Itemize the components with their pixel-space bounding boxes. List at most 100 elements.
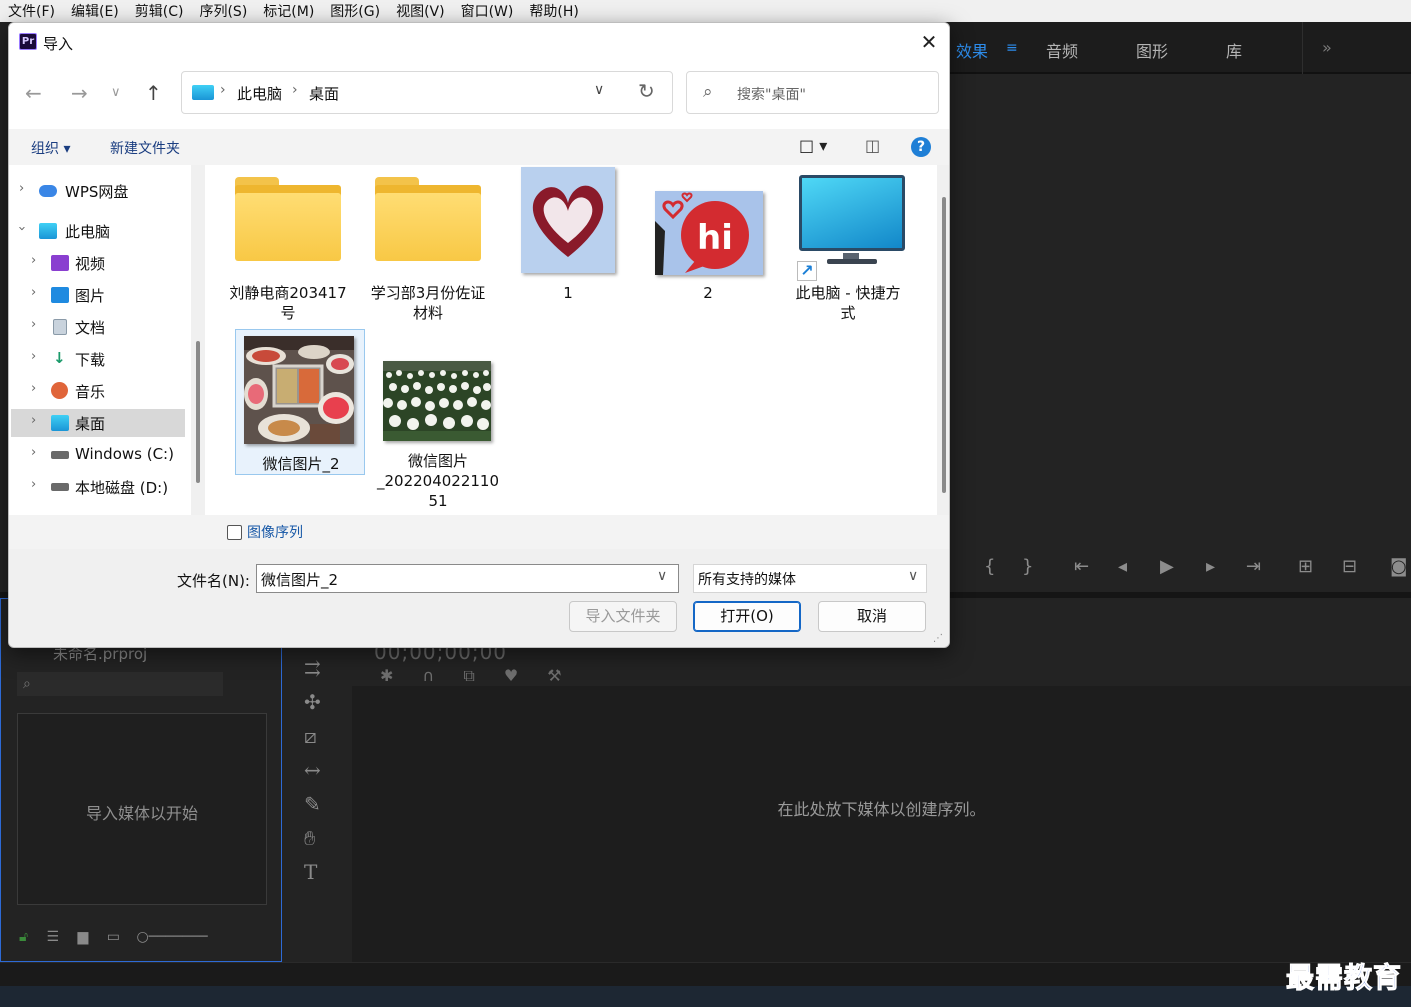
resize-grip-icon[interactable]: ⋰ — [933, 633, 943, 644]
chevron-right-icon[interactable]: › — [19, 181, 24, 196]
zoom-slider[interactable]: ○─────── — [136, 929, 207, 945]
step-forward-icon[interactable]: ▸ — [1206, 556, 1215, 577]
icon-view-icon[interactable]: ▆ — [78, 929, 89, 945]
menu-file[interactable]: 文件(F) — [0, 1, 63, 21]
chevron-right-icon[interactable]: › — [31, 317, 36, 332]
mark-out-icon[interactable]: } — [1022, 556, 1033, 577]
go-to-out-icon[interactable]: ⇥ — [1246, 556, 1261, 577]
menu-help[interactable]: 帮助(H) — [521, 1, 586, 21]
lift-icon[interactable]: ⊞ — [1298, 556, 1313, 577]
file-item-folder[interactable]: 学习部3月份佐证 材料 — [363, 171, 493, 331]
mark-in-icon[interactable]: { — [984, 556, 995, 577]
tab-menu-icon[interactable]: ≡ — [1006, 40, 1018, 56]
new-folder-button[interactable]: 新建文件夹 — [110, 138, 180, 158]
freeform-view-icon[interactable]: ▭ — [107, 929, 120, 945]
preview-pane-icon[interactable]: ◫ — [865, 136, 880, 155]
open-button[interactable]: 打开(O) — [693, 601, 801, 632]
image-sequence-label[interactable]: 图像序列 — [247, 522, 303, 542]
step-back-icon[interactable]: ◂ — [1118, 556, 1127, 577]
nav-item-drive-d[interactable]: › 本地磁盘 (D:) — [9, 473, 183, 501]
search-input[interactable]: ⌕ 搜索"桌面" — [686, 71, 939, 114]
nav-scrollbar-thumb[interactable] — [196, 341, 200, 483]
file-item-image[interactable]: 1 — [503, 167, 633, 331]
close-button[interactable]: ✕ — [915, 29, 943, 55]
camera-icon[interactable]: ◙ — [1390, 556, 1407, 577]
chevron-right-icon[interactable]: › — [31, 253, 36, 268]
file-item-image[interactable]: 微信图片 _202204022110 51 — [373, 329, 503, 510]
file-item-image-selected[interactable]: 微信图片_2 — [235, 329, 365, 475]
type-icon[interactable]: T — [304, 860, 317, 884]
project-search-input[interactable]: ⌕ — [17, 672, 223, 696]
cancel-button[interactable]: 取消 — [818, 601, 926, 632]
go-to-in-icon[interactable]: ⇤ — [1074, 556, 1089, 577]
lock-icon[interactable]: 🔓︎ — [19, 929, 28, 945]
menu-graphics[interactable]: 图形(G) — [322, 1, 388, 21]
help-icon[interactable]: ? — [911, 137, 931, 157]
tab-effects[interactable]: 效果 — [956, 38, 988, 62]
chevron-right-icon[interactable]: › — [31, 413, 36, 428]
nav-item-wps-cloud[interactable]: › WPS网盘 — [9, 177, 183, 205]
view-mode-icon[interactable]: □ ▾ — [799, 136, 827, 155]
snap-icon[interactable]: ∩ — [423, 666, 435, 685]
nav-item-pictures[interactable]: › 图片 — [9, 281, 183, 309]
pen-icon[interactable]: ✎ — [304, 792, 321, 816]
nav-item-documents[interactable]: › 文档 — [9, 313, 183, 341]
tab-audio[interactable]: 音频 — [1046, 38, 1078, 62]
linked-icon[interactable]: ⧉ — [463, 666, 474, 685]
project-drop-zone[interactable]: 导入媒体以开始 — [17, 713, 267, 905]
nav-item-downloads[interactable]: › ↓ 下载 — [9, 345, 183, 373]
chevron-down-icon[interactable]: › — [14, 226, 29, 231]
chevron-down-icon[interactable]: ∨ — [657, 568, 667, 584]
wrench-icon[interactable]: ⚒ — [547, 666, 561, 685]
tab-graphics[interactable]: 图形 — [1136, 38, 1168, 62]
breadcrumb-this-pc[interactable]: 此电脑 — [237, 83, 282, 104]
nav-scrollbar[interactable] — [191, 165, 205, 515]
back-arrow-icon[interactable]: ← — [25, 81, 42, 105]
nav-item-drive-c[interactable]: › Windows (C:) — [9, 441, 183, 469]
file-item-image[interactable]: hi 2 — [643, 171, 773, 331]
extract-icon[interactable]: ⊟ — [1342, 556, 1357, 577]
image-sequence-checkbox[interactable] — [227, 525, 242, 540]
menu-clip[interactable]: 剪辑(C) — [127, 1, 192, 21]
address-bar[interactable]: › 此电脑 › 桌面 ∨ ↻ — [181, 71, 673, 114]
chevron-right-icon[interactable]: › — [31, 477, 36, 492]
file-type-select[interactable]: 所有支持的媒体 ∨ — [693, 564, 927, 593]
menu-sequence[interactable]: 序列(S) — [191, 1, 255, 21]
recent-chevron-icon[interactable]: ∨ — [111, 85, 121, 100]
play-icon[interactable]: ▶ — [1160, 556, 1174, 577]
chevron-right-icon[interactable]: › — [31, 285, 36, 300]
chevron-right-icon[interactable]: › — [31, 349, 36, 364]
refresh-icon[interactable]: ↻ — [638, 79, 655, 103]
chevron-right-icon[interactable]: › — [31, 445, 36, 460]
hand-icon[interactable]: ✋︎ — [304, 826, 315, 850]
nav-item-this-pc[interactable]: › 此电脑 — [9, 217, 183, 245]
forward-arrow-icon[interactable]: → — [71, 81, 88, 105]
file-list-scrollbar-thumb[interactable] — [942, 197, 946, 493]
menu-window[interactable]: 窗口(W) — [453, 1, 522, 21]
breadcrumb-desktop[interactable]: 桌面 — [309, 83, 339, 104]
list-view-icon[interactable]: ☰ — [47, 929, 60, 945]
track-select-icon[interactable]: ⇉ — [304, 656, 321, 680]
menu-marker[interactable]: 标记(M) — [255, 1, 322, 21]
nest-icon[interactable]: ✱ — [380, 666, 393, 685]
ripple-edit-icon[interactable]: ✣ — [304, 690, 321, 714]
file-list-scrollbar[interactable] — [937, 165, 949, 515]
organize-button[interactable]: 组织 ▾ — [31, 138, 70, 158]
double-chevron-right-icon[interactable]: » — [1322, 38, 1332, 57]
tab-libraries[interactable]: 库 — [1226, 38, 1242, 62]
filename-input[interactable]: 微信图片_2 ∨ — [256, 564, 679, 593]
up-arrow-icon[interactable]: ↑ — [145, 81, 162, 105]
nav-item-music[interactable]: › 音乐 — [9, 377, 183, 405]
razor-icon[interactable]: ⧄ — [304, 724, 317, 748]
file-item-folder[interactable]: 刘静电商203417 号 — [223, 171, 353, 331]
chevron-right-icon[interactable]: › — [31, 381, 36, 396]
nav-item-desktop[interactable]: › 桌面 — [11, 409, 185, 437]
file-item-shortcut[interactable]: ↗ 此电脑 - 快捷方式 — [783, 171, 913, 331]
marker-icon[interactable]: ♥ — [504, 666, 518, 685]
address-dropdown-icon[interactable]: ∨ — [594, 82, 604, 98]
chevron-down-icon[interactable]: ∨ — [908, 568, 918, 584]
import-folder-button[interactable]: 导入文件夹 — [569, 601, 677, 632]
menu-view[interactable]: 视图(V) — [388, 1, 453, 21]
menu-edit[interactable]: 编辑(E) — [63, 1, 127, 21]
timeline-track-area[interactable] — [352, 686, 1411, 962]
